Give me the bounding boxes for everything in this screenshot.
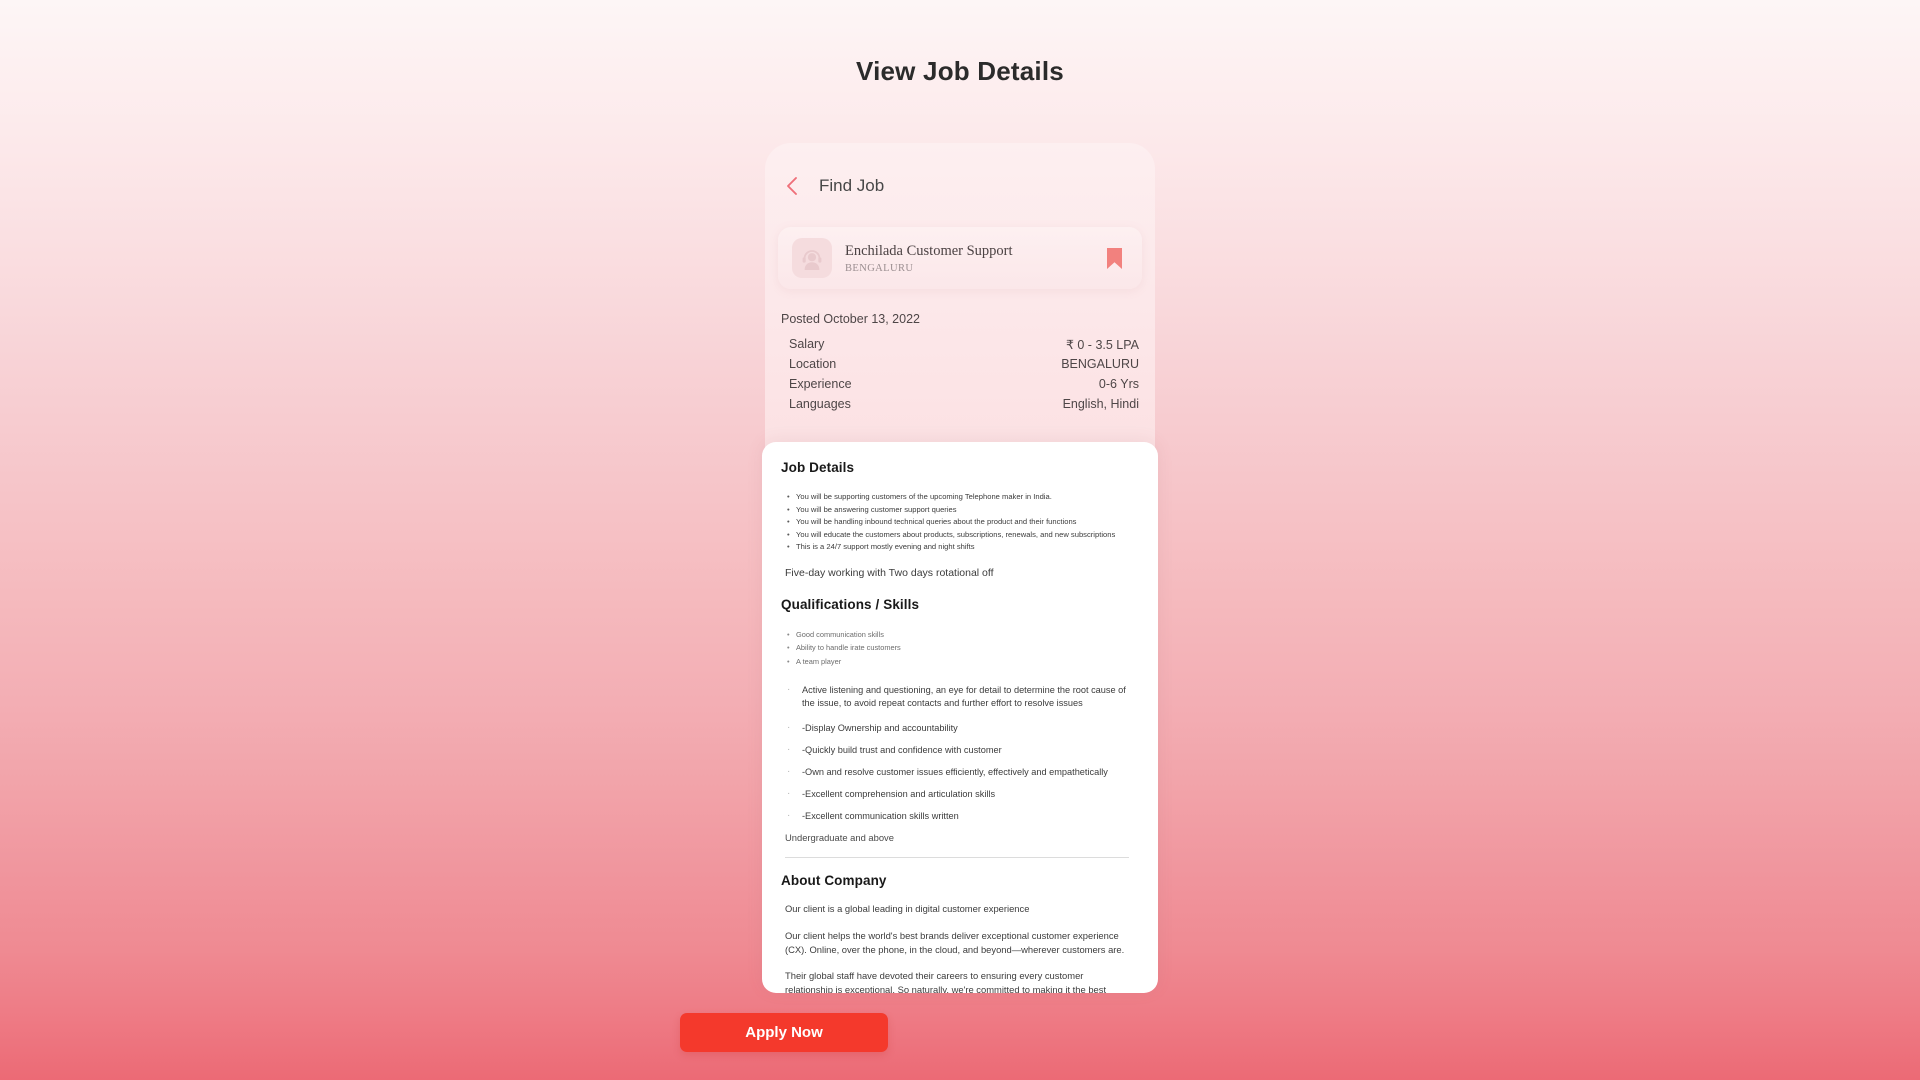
list-item: You will educate the customers about pro… — [787, 529, 1139, 542]
info-value: ₹ 0 - 3.5 LPA — [1065, 337, 1139, 352]
job-card-text: Enchilada Customer Support BENGALURU — [845, 242, 1091, 275]
section-divider — [785, 857, 1129, 859]
qualification-details-list: Active listening and questioning, an eye… — [781, 683, 1139, 824]
info-row-experience: Experience 0-6 Yrs — [781, 374, 1139, 394]
job-details-heading: Job Details — [781, 460, 855, 475]
list-item: -Own and resolve customer issues efficie… — [787, 765, 1139, 779]
job-summary-card[interactable]: Enchilada Customer Support BENGALURU — [778, 227, 1142, 289]
job-meta-block: Posted October 13, 2022 Salary ₹ 0 - 3.5… — [765, 312, 1155, 414]
list-item: This is a 24/7 support mostly evening an… — [787, 541, 1139, 554]
list-item: You will be handling inbound technical q… — [787, 516, 1139, 529]
topbar-title: Find Job — [819, 176, 885, 195]
list-item: A team player — [787, 655, 1139, 669]
info-row-languages: Languages English, Hindi — [781, 394, 1139, 414]
info-value: English, Hindi — [1062, 397, 1139, 411]
list-item: You will be answering customer support q… — [787, 504, 1139, 517]
about-paragraph: Our client is a global leading in digita… — [785, 903, 1030, 915]
info-label: Salary — [789, 337, 825, 351]
working-days-note: Five-day working with Two days rotationa… — [785, 566, 994, 579]
skills-list: Good communication skills Ability to han… — [781, 628, 1139, 668]
list-item: Good communication skills — [787, 628, 1139, 642]
list-item: Ability to handle irate customers — [787, 641, 1139, 655]
info-label: Languages — [789, 397, 851, 411]
bookmark-button[interactable] — [1104, 245, 1124, 271]
support-agent-avatar-icon — [802, 250, 822, 270]
list-item: -Excellent comprehension and articulatio… — [787, 787, 1139, 801]
avatar — [792, 238, 832, 278]
about-company-heading: About Company — [781, 873, 887, 889]
info-value: 0-6 Yrs — [1098, 377, 1139, 391]
back-button[interactable] — [781, 175, 803, 197]
list-item: -Excellent communication skills written — [787, 809, 1139, 823]
about-paragraph: Our client helps the world's best brands… — [785, 929, 1125, 955]
job-detail-sheet: Job Details You will be supporting custo… — [762, 442, 1158, 993]
info-row-location: Location BENGALURU — [781, 354, 1139, 374]
job-card-title: Enchilada Customer Support — [845, 242, 1013, 259]
job-card-location: BENGALURU — [845, 263, 914, 275]
list-item: You will be supporting customers of the … — [787, 491, 1139, 504]
info-value: BENGALURU — [1061, 357, 1139, 371]
qualifications-heading: Qualifications / Skills — [781, 596, 920, 612]
chevron-left-icon — [787, 177, 797, 195]
list-item: -Quickly build trust and confidence with… — [787, 743, 1139, 757]
list-item: -Display Ownership and accountability — [787, 721, 1139, 735]
list-item: Active listening and questioning, an eye… — [787, 683, 1139, 710]
apply-now-button[interactable]: Apply Now — [680, 1013, 888, 1052]
info-row-salary: Salary ₹ 0 - 3.5 LPA — [781, 334, 1139, 354]
about-paragraph: Their global staff have devoted their ca… — [785, 969, 1107, 993]
info-label: Experience — [789, 377, 852, 391]
app-topbar: Find Job — [765, 143, 1155, 197]
info-label: Location — [789, 357, 837, 371]
education-requirement: Undergraduate and above — [785, 832, 894, 844]
page-title: View Job Details — [856, 56, 1064, 86]
job-details-list: You will be supporting customers of the … — [781, 491, 1139, 554]
posted-date: Posted October 13, 2022 — [781, 312, 920, 326]
bookmark-icon — [1106, 247, 1122, 269]
